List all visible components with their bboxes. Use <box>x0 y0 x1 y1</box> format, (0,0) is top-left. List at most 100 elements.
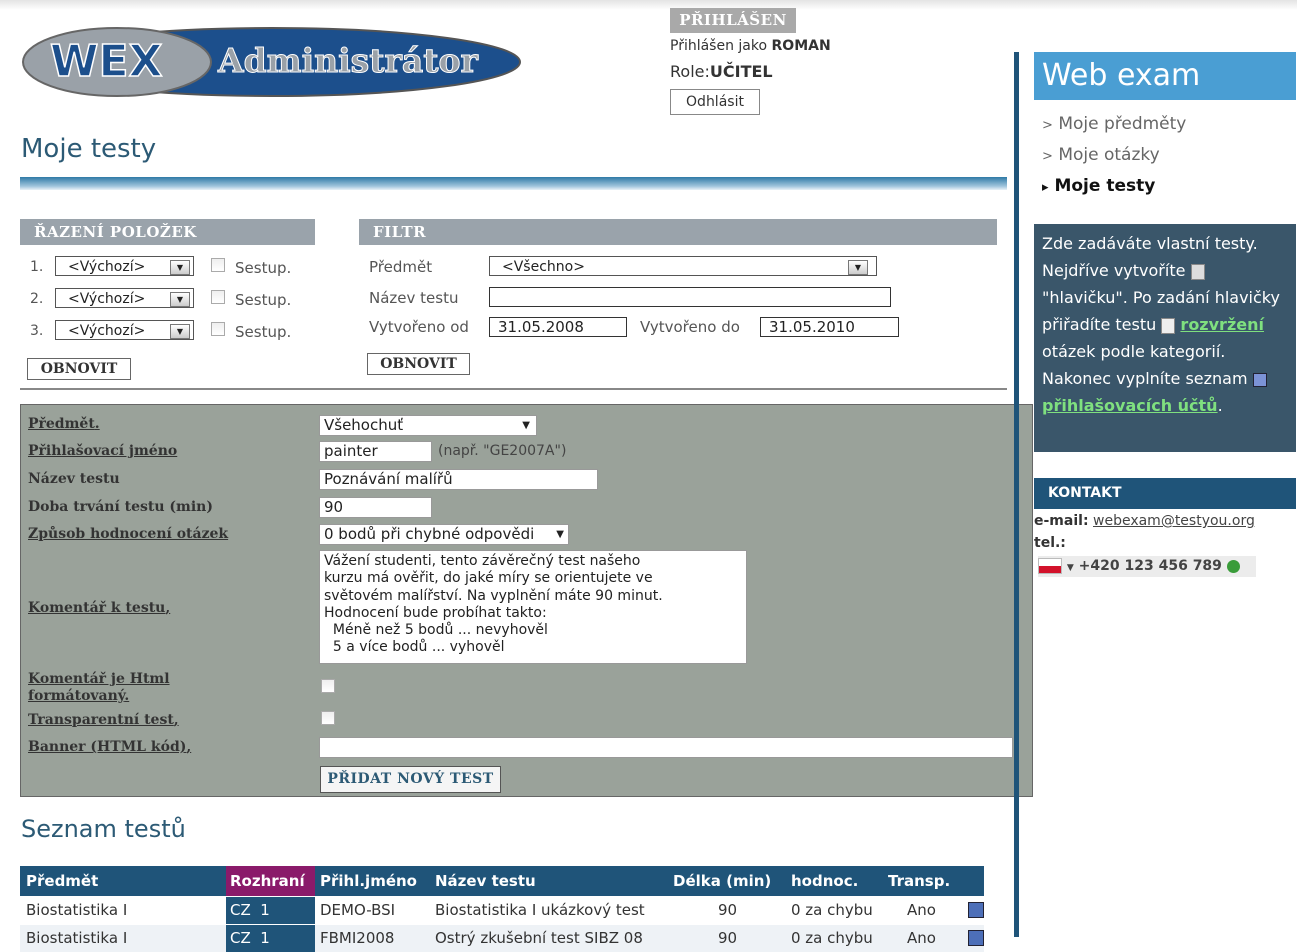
sidebar-title: Web exam <box>1034 52 1296 100</box>
sorting-header: ŘAZENÍ POLOŽEK <box>20 219 315 245</box>
chevron-down-icon: ▼ <box>848 260 868 275</box>
list-title: Seznam testů <box>21 815 186 843</box>
phone-icon[interactable] <box>1226 559 1240 573</box>
filter-header: FILTR <box>359 219 997 245</box>
form-html-label[interactable]: Komentář je Html formátovaný. <box>28 671 170 705</box>
form-subject-label[interactable]: Předmět. <box>28 416 100 432</box>
sort-row-number: 3. <box>30 323 44 339</box>
form-banner-label[interactable]: Banner (HTML kód), <box>28 739 191 755</box>
form-subject-select[interactable]: Všehochuť ▼ <box>319 415 537 436</box>
filter-to-input[interactable]: 31.05.2010 <box>760 317 899 337</box>
col-header[interactable]: Rozhraní <box>226 866 315 896</box>
form-login-label[interactable]: Přihlašovací jméno <box>28 443 177 459</box>
col-header[interactable]: Transp. <box>888 866 950 896</box>
page-title: Moje testy <box>21 134 157 164</box>
info-box: Zde zadáváte vlastní testy. Nejdříve vyt… <box>1034 224 1296 452</box>
filter-refresh-button[interactable]: OBNOVIT <box>367 353 470 375</box>
sort-select-2[interactable]: <Výchozí> ▼ <box>55 288 194 308</box>
filter-name-input[interactable] <box>489 287 891 307</box>
flag-cz-icon <box>1038 558 1062 574</box>
nav-item-questions[interactable]: > Moje otázky <box>1042 145 1160 165</box>
form-comment-textarea[interactable]: Vážení studenti, tento závěrečný test na… <box>319 550 747 664</box>
cell-login: DEMO-BSI <box>320 901 396 919</box>
nav-item-subjects[interactable]: > Moje předměty <box>1042 114 1186 134</box>
form-comment-label[interactable]: Komentář k testu, <box>28 600 170 616</box>
form-grading-label[interactable]: Způsob hodnocení otázek <box>28 526 228 542</box>
filter-from-input[interactable]: 31.05.2008 <box>489 317 627 337</box>
sort-desc-checkbox-1[interactable] <box>211 258 225 272</box>
sort-refresh-button[interactable]: OBNOVIT <box>27 358 131 380</box>
filter-subject-label: Předmět <box>369 258 433 276</box>
chevron-down-icon: ▼ <box>522 420 530 431</box>
chevron-down-icon: ▼ <box>170 260 190 275</box>
link-login-accounts[interactable]: přihlašovacích účtů <box>1042 396 1218 415</box>
form-login-input[interactable]: painter <box>319 441 432 462</box>
chevron-down-icon: ▼ <box>170 292 190 307</box>
contact-header: KONTAKT <box>1034 478 1296 509</box>
col-header[interactable]: Přihl.jméno <box>320 866 417 896</box>
form-login-hint: (např. "GE2007A") <box>438 443 567 459</box>
cell-interface: CZ 1 <box>226 897 315 924</box>
cell-transparent: Ano <box>907 929 936 947</box>
form-banner-input[interactable] <box>319 737 1013 758</box>
form-transparent-checkbox[interactable] <box>321 711 335 725</box>
form-transparent-label[interactable]: Transparentní test, <box>28 712 179 728</box>
sort-row-number: 1. <box>30 259 44 275</box>
sort-desc-label: Sestup. <box>235 259 292 277</box>
cell-duration: 90 <box>718 929 738 947</box>
sort-desc-checkbox-2[interactable] <box>211 290 225 304</box>
cell-interface: CZ 1 <box>226 925 315 952</box>
filter-to-label: Vytvořeno do <box>640 318 740 336</box>
top-shadow <box>0 0 1297 10</box>
email-link[interactable]: webexam@testyou.org <box>1093 513 1255 529</box>
contact-email: e-mail: webexam@testyou.org <box>1034 513 1255 529</box>
edit-icon[interactable] <box>968 930 984 946</box>
table-header: Předmět Rozhraní Přihl.jméno Název testu… <box>20 866 984 896</box>
sort-row-number: 2. <box>30 291 44 307</box>
cell-subject: Biostatistika I <box>26 929 128 947</box>
chevron-down-icon: ▼ <box>170 324 190 339</box>
col-header[interactable]: Délka (min) <box>673 866 771 896</box>
form-duration-label: Doba trvání testu (min) <box>28 499 213 515</box>
cell-grading: 0 za chybu <box>791 929 873 947</box>
form-duration-input[interactable]: 90 <box>319 497 432 518</box>
col-header[interactable]: hodnoc. <box>791 866 858 896</box>
login-header: PŘIHLÁŠEN <box>670 8 796 33</box>
filter-subject-select[interactable]: <Všechno> ▼ <box>489 256 877 276</box>
nav-item-tests[interactable]: ▸ Moje testy <box>1042 176 1155 196</box>
cell-subject: Biostatistika I <box>26 901 128 919</box>
add-test-button[interactable]: PŘIDAT NOVÝ TEST <box>320 766 501 793</box>
form-html-checkbox[interactable] <box>321 679 335 693</box>
logo-wex-text: WEX <box>50 36 163 87</box>
table-row[interactable]: Biostatistika I CZ 1 DEMO-BSI Biostatist… <box>20 897 984 924</box>
sort-desc-label: Sestup. <box>235 323 292 341</box>
logo-admin-text: Administrátor <box>217 41 479 80</box>
chevron-down-icon: ▼ <box>556 529 564 540</box>
form-testname-input[interactable]: Poznávání malířů <box>319 469 598 490</box>
logout-button[interactable]: Odhlásit <box>670 89 760 115</box>
link-layout[interactable]: rozvržení <box>1180 315 1264 334</box>
sidebar-divider <box>1014 52 1019 937</box>
divider <box>20 388 1007 390</box>
calendar-icon <box>1190 263 1205 280</box>
sort-select-3[interactable]: <Výchozí> ▼ <box>55 320 194 340</box>
sort-desc-checkbox-3[interactable] <box>211 322 225 336</box>
form-grading-select[interactable]: 0 bodů při chybné odpovědi ▼ <box>319 524 569 545</box>
col-header[interactable]: Předmět <box>26 866 98 896</box>
document-icon <box>1161 317 1176 334</box>
edit-icon[interactable] <box>968 902 984 918</box>
filter-from-label: Vytvořeno od <box>369 318 469 336</box>
sort-desc-label: Sestup. <box>235 291 292 309</box>
filter-name-label: Název testu <box>369 289 459 307</box>
wex-logo: WEX Administrátor <box>22 27 521 97</box>
sort-select-1[interactable]: <Výchozí> ▼ <box>55 256 194 276</box>
phone-widget[interactable]: ▼ +420 123 456 789 <box>1038 556 1256 577</box>
cell-test-name: Biostatistika I ukázkový test <box>435 901 645 919</box>
col-header[interactable]: Název testu <box>435 866 536 896</box>
contact-tel-label: tel.: <box>1034 535 1066 551</box>
cell-test-name: Ostrý zkušební test SIBZ 08 <box>435 929 643 947</box>
title-bar <box>20 177 1007 190</box>
edit-icon <box>1252 372 1267 387</box>
table-row[interactable]: Biostatistika I CZ 1 FBMI2008 Ostrý zkuš… <box>20 925 984 952</box>
cell-transparent: Ano <box>907 901 936 919</box>
